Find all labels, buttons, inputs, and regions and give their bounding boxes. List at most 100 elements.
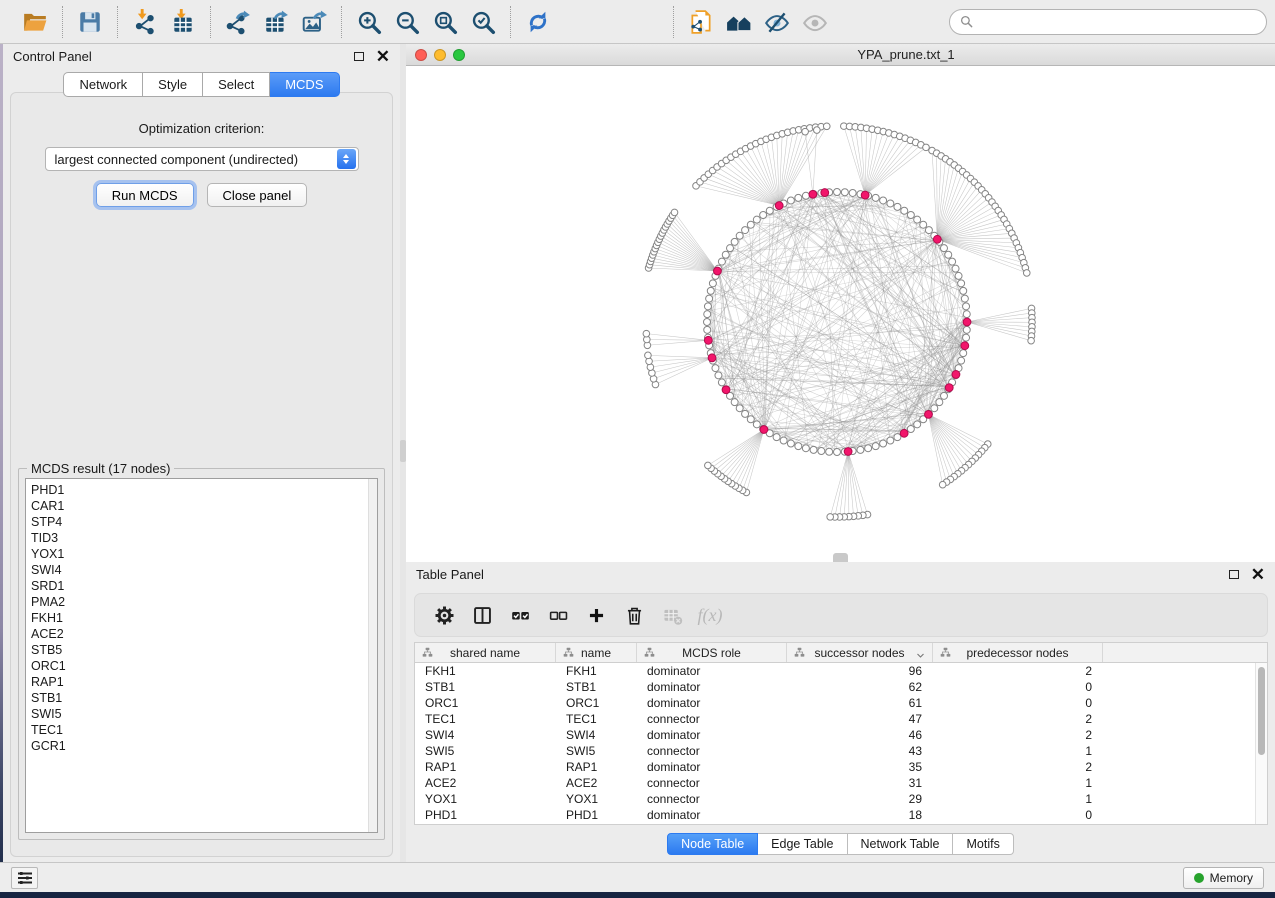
graph-node[interactable]	[727, 245, 734, 252]
graph-hub-node[interactable]	[961, 342, 969, 350]
minimize-window-icon[interactable]	[434, 49, 446, 61]
graph-node[interactable]	[931, 405, 938, 412]
graph-hub-node[interactable]	[925, 411, 933, 419]
select-all-rows-icon[interactable]	[501, 597, 539, 633]
graph-node[interactable]	[736, 232, 743, 239]
graph-node[interactable]	[780, 437, 787, 444]
table-row[interactable]: ACE2ACE2connector311	[415, 775, 1255, 791]
graph-node[interactable]	[742, 410, 749, 417]
mcds-result-item[interactable]: STB1	[31, 690, 377, 706]
graph-node[interactable]	[880, 440, 887, 447]
export-table-icon[interactable]	[257, 6, 295, 38]
run-mcds-button[interactable]: Run MCDS	[96, 183, 194, 207]
zoom-selected-icon[interactable]	[464, 6, 502, 38]
tab-network[interactable]: Network	[63, 72, 143, 97]
graph-hub-node[interactable]	[821, 189, 829, 197]
graph-hub-node[interactable]	[933, 235, 941, 243]
mcds-result-item[interactable]: STB5	[31, 642, 377, 658]
mcds-result-item[interactable]: SRD1	[31, 578, 377, 594]
deselect-all-rows-icon[interactable]	[539, 597, 577, 633]
graph-node[interactable]	[1028, 337, 1035, 344]
mcds-result-item[interactable]: PMA2	[31, 594, 377, 610]
mcds-result-item[interactable]: CAR1	[31, 498, 377, 514]
float-panel-icon[interactable]	[354, 52, 364, 61]
graph-node[interactable]	[849, 189, 856, 196]
graph-hub-node[interactable]	[809, 190, 817, 198]
mcds-result-list[interactable]: PHD1CAR1STP4TID3YOX1SWI4SRD1PMA2FKH1ACE2…	[25, 478, 378, 833]
graph-node[interactable]	[914, 421, 921, 428]
graph-node[interactable]	[914, 216, 921, 223]
network-analyzer-icon[interactable]	[720, 6, 758, 38]
graph-node[interactable]	[936, 399, 943, 406]
table-row[interactable]: STB1STB1dominator620	[415, 679, 1255, 695]
refresh-network-icon[interactable]	[519, 6, 557, 38]
graph-node[interactable]	[731, 238, 738, 245]
graph-node[interactable]	[795, 194, 802, 201]
table-row[interactable]: TEC1TEC1connector472	[415, 711, 1255, 727]
graph-node[interactable]	[834, 449, 841, 456]
zoom-out-icon[interactable]	[388, 6, 426, 38]
graph-node[interactable]	[704, 319, 711, 326]
mcds-result-item[interactable]: RAP1	[31, 674, 377, 690]
import-table-icon[interactable]	[164, 6, 202, 38]
tab-style[interactable]: Style	[143, 72, 203, 97]
graph-node[interactable]	[960, 287, 967, 294]
graph-node[interactable]	[742, 227, 749, 234]
table-row[interactable]: SWI4SWI4dominator462	[415, 727, 1255, 743]
search-box[interactable]	[949, 9, 1267, 35]
task-history-button[interactable]	[11, 867, 38, 889]
mcds-result-item[interactable]: STP4	[31, 514, 377, 530]
network-from-selection-icon[interactable]	[682, 6, 720, 38]
graph-node[interactable]	[1023, 270, 1030, 277]
tab-select[interactable]: Select	[203, 72, 270, 97]
network-canvas[interactable]	[406, 66, 1275, 562]
graph-hub-node[interactable]	[714, 267, 722, 275]
graph-node[interactable]	[712, 365, 719, 372]
horizontal-splitter-handle[interactable]	[833, 553, 848, 562]
graph-hub-node[interactable]	[775, 202, 783, 210]
table-row[interactable]: PHD1PHD1dominator180	[415, 807, 1255, 823]
zoom-fit-icon[interactable]	[426, 6, 464, 38]
mcds-result-item[interactable]: TEC1	[31, 722, 377, 738]
close-panel-button[interactable]: Close panel	[207, 183, 308, 207]
tab-node-table[interactable]: Node Table	[667, 833, 758, 855]
search-input[interactable]	[979, 14, 1256, 29]
mcds-result-item[interactable]: SWI5	[31, 706, 377, 722]
graph-node[interactable]	[747, 221, 754, 228]
graph-node[interactable]	[963, 311, 970, 318]
import-network-icon[interactable]	[126, 6, 164, 38]
network-graph[interactable]	[406, 66, 1275, 562]
mcds-result-item[interactable]: ORC1	[31, 658, 377, 674]
graph-hub-node[interactable]	[900, 429, 908, 437]
graph-node[interactable]	[645, 352, 652, 359]
graph-node[interactable]	[961, 295, 968, 302]
tab-motifs[interactable]: Motifs	[953, 833, 1013, 855]
zoom-in-icon[interactable]	[350, 6, 388, 38]
column-header-shared-name[interactable]: shared name	[415, 643, 556, 662]
graph-node[interactable]	[706, 295, 713, 302]
graph-hub-node[interactable]	[708, 354, 716, 362]
delete-columns-icon[interactable]	[615, 597, 653, 633]
graph-node[interactable]	[760, 212, 767, 219]
graph-node[interactable]	[753, 421, 760, 428]
graph-node[interactable]	[958, 357, 965, 364]
maximize-window-icon[interactable]	[453, 49, 465, 61]
graph-node[interactable]	[907, 212, 914, 219]
table-row[interactable]: FKH1FKH1dominator962	[415, 663, 1255, 679]
graph-node[interactable]	[715, 372, 722, 379]
graph-node[interactable]	[907, 425, 914, 432]
graph-node[interactable]	[923, 144, 930, 151]
graph-node[interactable]	[731, 399, 738, 406]
export-network-icon[interactable]	[219, 6, 257, 38]
graph-node[interactable]	[963, 326, 970, 333]
column-header-predecessor-nodes[interactable]: predecessor nodes	[933, 643, 1103, 662]
close-panel-icon[interactable]: ✕	[376, 52, 390, 62]
sort-chevron-icon[interactable]	[916, 649, 925, 663]
graph-hub-node[interactable]	[945, 384, 953, 392]
graph-node[interactable]	[920, 221, 927, 228]
export-image-icon[interactable]	[295, 6, 333, 38]
table-scrollbar[interactable]	[1255, 663, 1267, 824]
mcds-list-scrollbar[interactable]	[368, 479, 377, 832]
graph-node[interactable]	[872, 443, 879, 450]
graph-node[interactable]	[834, 189, 841, 196]
